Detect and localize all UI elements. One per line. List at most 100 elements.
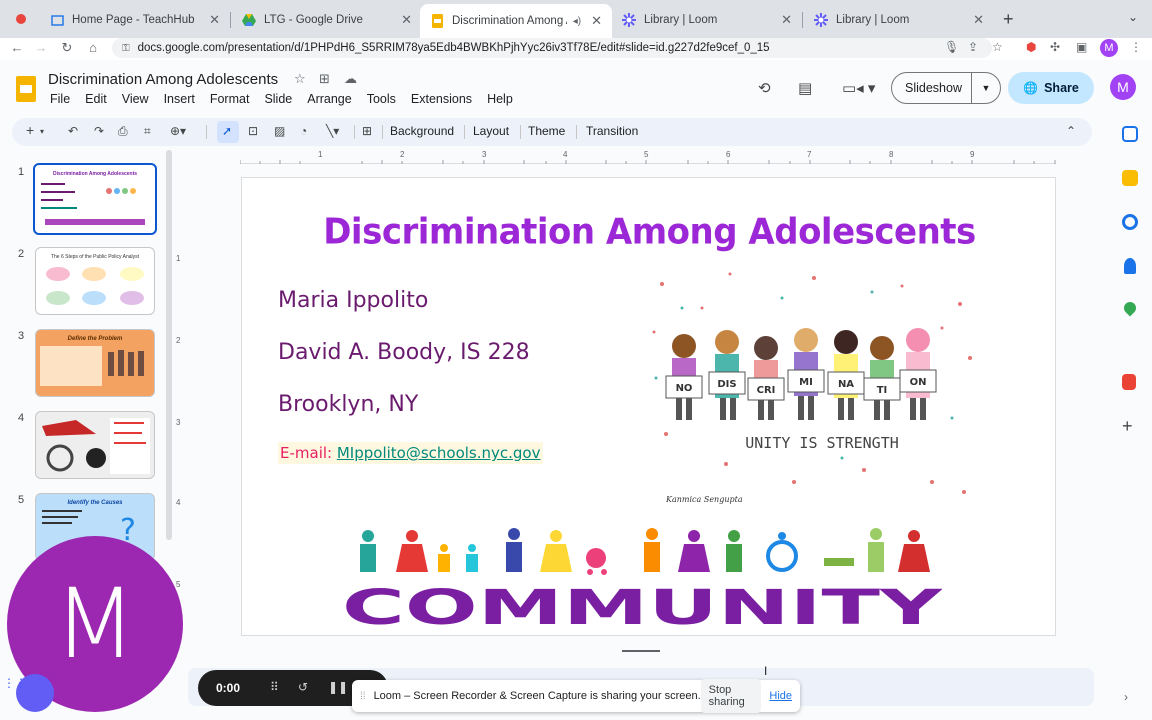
comments-icon[interactable]: ▤	[798, 79, 812, 97]
get-addons-plus-icon[interactable]: +	[1122, 416, 1133, 437]
calendar-icon[interactable]	[1122, 126, 1138, 142]
theme-button[interactable]: Theme	[528, 124, 565, 138]
expand-panel-chevron-icon[interactable]: ›	[1124, 690, 1128, 704]
slide-thumbnail-1[interactable]: Discrimination Among Adolescents	[33, 163, 157, 235]
slide-email-line[interactable]: E-mail: MIppolito@schools.nyc.gov	[278, 442, 543, 464]
menu-view[interactable]: View	[122, 92, 149, 106]
slide-author[interactable]: Maria Ippolito	[278, 288, 428, 313]
back-arrow-icon[interactable]: ←	[8, 40, 26, 55]
layout-button[interactable]: Layout	[473, 124, 509, 138]
tab-search-chevron-icon[interactable]: ⌄	[1128, 10, 1138, 24]
version-history-icon[interactable]: ⟲	[758, 79, 771, 97]
text-box-icon[interactable]: ⊡	[248, 124, 258, 138]
cloud-status-icon[interactable]: ☁	[344, 71, 357, 87]
slide-thumbnail-2[interactable]: The 6 Steps of the Public Policy Analyst	[35, 247, 155, 315]
redo-icon[interactable]: ↷	[94, 124, 104, 138]
print-icon[interactable]: ⎙	[118, 124, 128, 139]
mute-audio-icon[interactable]: ◂)	[573, 16, 581, 27]
drag-handle-icon[interactable]: ⋮⋮	[3, 676, 27, 690]
menu-tools[interactable]: Tools	[367, 92, 396, 106]
tasks-icon[interactable]	[1122, 214, 1138, 230]
editing-toolbar: + ▾ ↶ ↷ ⎙ ⌗ ⊕▾ ➚ ⊡ ▨ ◔ ╲▾ ⊞ Background L…	[12, 118, 1092, 146]
office-addon-icon[interactable]	[1122, 374, 1136, 390]
share-page-icon[interactable]: ⇪	[968, 40, 978, 54]
account-avatar[interactable]: M	[1110, 74, 1136, 100]
menu-bar: File Edit View Insert Format Slide Arran…	[50, 92, 528, 106]
site-info-icon[interactable]: ⚿	[122, 43, 130, 54]
slide-thumbnail-4[interactable]	[35, 411, 155, 479]
line-icon[interactable]: ╲▾	[326, 124, 339, 138]
paint-format-icon[interactable]: ⌗	[144, 124, 151, 139]
shape-icon[interactable]: ◔	[300, 124, 307, 138]
microphone-icon[interactable]: 🎙	[944, 40, 959, 54]
menu-arrange[interactable]: Arrange	[307, 92, 351, 106]
maps-icon[interactable]	[1121, 299, 1139, 317]
new-slide-plus-icon[interactable]: +	[26, 122, 34, 138]
zoom-icon[interactable]: ⊕▾	[170, 124, 186, 138]
slide-thumbnail-3[interactable]: Define the Problem	[35, 329, 155, 397]
community-artwork[interactable]: COMMUNITY	[342, 528, 942, 628]
undo-icon[interactable]: ↶	[68, 124, 78, 138]
transition-button[interactable]: Transition	[586, 124, 638, 138]
menu-file[interactable]: File	[50, 92, 70, 106]
drag-grid-icon[interactable]: ⠿	[270, 680, 279, 694]
collapse-chevron-up-icon[interactable]: ⌃	[1066, 124, 1076, 138]
reload-icon[interactable]: ↻	[58, 40, 76, 56]
forward-arrow-icon[interactable]: →	[32, 40, 50, 55]
menu-insert[interactable]: Insert	[164, 92, 195, 106]
extension-icon[interactable]: ⬢	[1026, 40, 1036, 54]
close-icon[interactable]: ✕	[401, 12, 412, 28]
image-icon[interactable]: ▨	[274, 124, 285, 138]
meet-camera-icon[interactable]: ▭◂ ▾	[842, 79, 875, 97]
close-icon[interactable]: ✕	[591, 13, 602, 29]
home-icon[interactable]: ⌂	[84, 40, 102, 55]
close-icon[interactable]: ✕	[209, 12, 220, 28]
tab-loom-library-2[interactable]: Library | Loom ✕	[804, 6, 994, 34]
current-slide[interactable]: Discrimination Among Adolescents Maria I…	[241, 177, 1056, 636]
keep-icon[interactable]	[1122, 170, 1138, 186]
chevron-down-icon[interactable]: ▼	[972, 83, 1000, 93]
document-title[interactable]: Discrimination Among Adolescents	[48, 71, 278, 88]
close-icon[interactable]: ✕	[781, 12, 792, 28]
menu-format[interactable]: Format	[210, 92, 250, 106]
url-input[interactable]: ⚿ docs.google.com/presentation/d/1PHPdH6…	[112, 38, 992, 58]
share-button[interactable]: 🌐 Share	[1008, 72, 1094, 104]
speaker-notes-handle[interactable]	[622, 650, 660, 652]
email-link[interactable]: MIppolito@schools.nyc.gov	[337, 444, 541, 462]
slides-logo-icon[interactable]	[16, 76, 36, 102]
star-icon[interactable]: ☆	[294, 71, 306, 87]
stop-sharing-button[interactable]: Stop sharing	[700, 679, 762, 713]
select-cursor-icon[interactable]: ➚	[222, 124, 232, 138]
hide-link[interactable]: Hide	[769, 690, 792, 702]
tab-loom-library-1[interactable]: Library | Loom ✕	[612, 6, 802, 34]
chevron-down-icon[interactable]: ▾	[40, 127, 44, 136]
menu-help[interactable]: Help	[487, 92, 513, 106]
slide-school[interactable]: David A. Boody, IS 228	[278, 340, 530, 365]
browser-profile-avatar[interactable]: M	[1100, 39, 1118, 57]
slide-number: 3	[18, 330, 25, 342]
bookmark-star-icon[interactable]: ☆	[992, 40, 1003, 54]
slideshow-button[interactable]: Slideshow ▼	[891, 72, 1001, 104]
close-icon[interactable]: ✕	[973, 12, 984, 28]
slide-location[interactable]: Brooklyn, NY	[278, 392, 418, 417]
background-button[interactable]: Background	[390, 124, 454, 138]
new-tab-button[interactable]: +	[1003, 9, 1014, 30]
menu-edit[interactable]: Edit	[85, 92, 107, 106]
tab-slides-active[interactable]: Discrimination Among Ado ◂) ✕	[420, 4, 612, 38]
kebab-menu-icon[interactable]: ⋮	[1130, 40, 1142, 54]
move-folder-icon[interactable]: ⊞	[319, 71, 330, 87]
ruler-mark: 4	[563, 150, 568, 159]
extensions-puzzle-icon[interactable]: ✣	[1050, 40, 1060, 54]
tab-teachhub[interactable]: Home Page - TeachHub ✕	[40, 6, 230, 34]
side-panel-icon[interactable]: ▣	[1076, 40, 1087, 54]
menu-extensions[interactable]: Extensions	[411, 92, 472, 106]
tab-google-drive[interactable]: LTG - Google Drive ✕	[232, 6, 422, 34]
contacts-icon[interactable]	[1124, 258, 1136, 274]
add-comment-icon[interactable]: ⊞	[362, 124, 372, 138]
grip-icon[interactable]: ⁞⁞	[360, 691, 366, 702]
pause-icon[interactable]: ❚❚	[328, 680, 348, 694]
restart-icon[interactable]: ↺	[298, 680, 308, 694]
menu-slide[interactable]: Slide	[264, 92, 292, 106]
slide-title[interactable]: Discrimination Among Adolescents	[242, 211, 1057, 253]
no-discrimination-illustration[interactable]: NO DIS CRI MI NA TI ON UNITY IS STRENGTH…	[642, 268, 982, 508]
